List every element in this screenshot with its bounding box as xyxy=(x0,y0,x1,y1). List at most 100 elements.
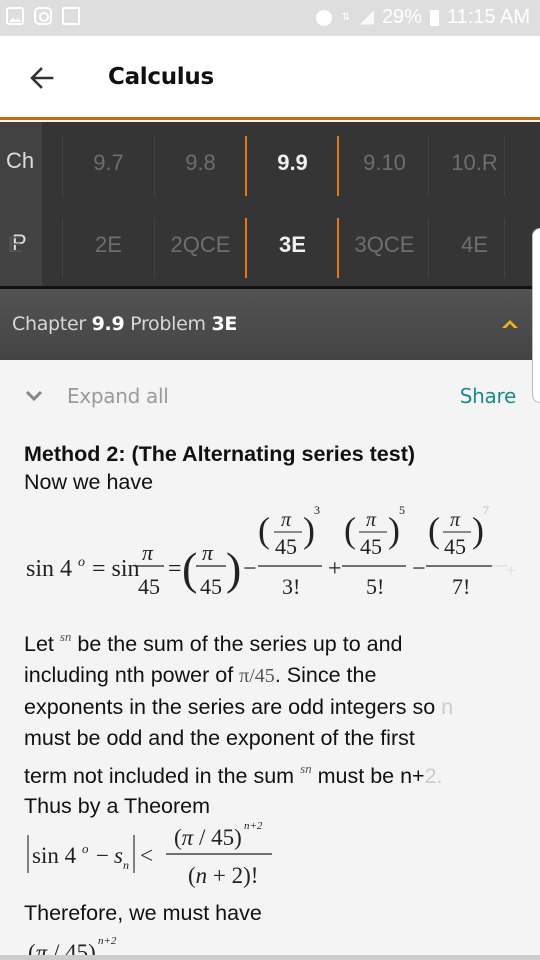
eq-45: 45 xyxy=(138,574,160,599)
problem-header-bar[interactable]: Chapter 9.9 Problem 3E xyxy=(0,289,540,360)
eq-sin4: sin 4 xyxy=(32,843,77,868)
line: exponents in the series are odd integers… xyxy=(24,692,524,723)
exponent-3: 3 xyxy=(314,503,320,517)
eq-sin4: sin 4 xyxy=(26,556,72,582)
paren: ( xyxy=(258,510,270,550)
problem-tab[interactable]: 2E xyxy=(63,204,154,286)
chapter-problem-selector: Ch P 9.7 9.8 9.9 9.10 10.R E 2E 2QCE 3E … xyxy=(0,122,540,288)
chapter-prefix: Chapter xyxy=(12,313,86,335)
gallery-icon xyxy=(6,7,24,25)
eq-plus: + xyxy=(328,556,342,582)
divider xyxy=(504,136,505,196)
problem-number: 3E xyxy=(211,313,238,335)
chevron-down-icon[interactable] xyxy=(26,391,42,401)
eq-exponent: n+2 xyxy=(244,820,263,832)
eq-minus: − xyxy=(412,556,426,582)
line: including nth power of π/45. Since the xyxy=(24,660,524,692)
eq-equals: = xyxy=(168,556,182,582)
share-button[interactable]: Share xyxy=(460,384,517,408)
page-title: Calculus xyxy=(108,64,214,90)
eq-denominator: (n + 2)! xyxy=(188,863,258,888)
text: must be n+ xyxy=(317,764,425,788)
pi-over-45: π/45 xyxy=(239,665,275,687)
text: including nth power of xyxy=(24,663,234,687)
eq-minus: − xyxy=(96,843,109,868)
scroll-handle[interactable] xyxy=(532,228,540,403)
expand-all-button[interactable]: Expand all xyxy=(67,384,169,408)
line: Let sn be the sum of the series up to an… xyxy=(24,621,524,660)
eq-numerator: (π / 45) xyxy=(174,825,242,850)
problem-tab-active[interactable]: 3E xyxy=(247,204,338,286)
chapter-tab[interactable]: 9.7 xyxy=(63,122,154,204)
chapter-tab[interactable]: 9.8 xyxy=(155,122,246,204)
exponent-5: 5 xyxy=(399,503,405,517)
chapter-number: 9.9 xyxy=(91,313,125,335)
eq-pi: π xyxy=(202,540,214,565)
eq-n-sub: n xyxy=(123,858,129,872)
data-arrows-icon: ⇅ xyxy=(341,12,351,23)
eq-45: 45 xyxy=(200,574,222,599)
eq-pi: π xyxy=(281,509,292,531)
eq-45: 45 xyxy=(444,534,466,559)
text-faded: n xyxy=(441,695,454,719)
instagram-icon xyxy=(34,7,52,25)
problem-tab[interactable]: 2QCE xyxy=(155,204,246,286)
chapter-label: Ch xyxy=(6,148,35,173)
battery-percent: 29% xyxy=(381,6,422,28)
text: exponents in the series are odd integers… xyxy=(24,695,436,719)
divider xyxy=(504,218,505,278)
therefore-text: Therefore, we must have xyxy=(24,901,262,925)
eq-lt: < xyxy=(140,843,153,868)
paren: ( xyxy=(182,543,197,594)
problem-tab-partial[interactable]: E xyxy=(5,204,25,286)
eq-pi: π xyxy=(450,509,461,531)
chapter-tab[interactable]: 9.10 xyxy=(339,122,430,204)
intro-text: Now we have xyxy=(24,470,154,494)
problem-tab[interactable]: 3QCE xyxy=(339,204,430,286)
paren: ) xyxy=(226,543,241,594)
eq-45: 45 xyxy=(275,534,297,559)
problem-tab[interactable]: 4E xyxy=(429,204,520,286)
exponent-7: 7 xyxy=(483,503,489,517)
arrow-left-icon[interactable] xyxy=(28,64,56,92)
eq-degree: o xyxy=(78,555,85,570)
problem-prefix: Problem xyxy=(130,313,206,335)
text: . Since the xyxy=(274,663,377,687)
text: be the sum of the series up to and xyxy=(77,632,403,656)
eq-pi: π xyxy=(366,509,377,531)
chapter-tab[interactable]: 10.R xyxy=(429,122,520,204)
paragraph-2: term not included in the sum sn must be … xyxy=(24,754,524,821)
sn-symbol: sn xyxy=(59,629,72,644)
clock: 11:15 AM xyxy=(446,6,530,28)
problem-heading: Chapter 9.9 Problem 3E xyxy=(12,313,237,335)
eq-degree: o xyxy=(82,841,89,856)
text: term not included in the sum xyxy=(24,764,295,788)
eq-s: s xyxy=(114,843,123,868)
series-equation: sin 4 o = sin π 45 = ( π 45 ) − ( π 45 )… xyxy=(26,503,516,599)
text: must be odd and the exponent of the firs… xyxy=(24,726,415,750)
status-bar: ⇅ 29% 11:15 AM xyxy=(0,0,540,36)
paren: ( xyxy=(344,510,356,550)
problem-row: E 2E 2QCE 3E 3QCE 4E xyxy=(8,204,540,286)
method-heading: Method 2: (The Alternating series test) xyxy=(24,442,416,466)
signal-icon xyxy=(359,10,374,25)
battery-icon xyxy=(429,9,439,26)
text: Let xyxy=(24,632,54,656)
bottom-fade xyxy=(0,955,540,960)
paragraph-1: Let sn be the sum of the series up to an… xyxy=(24,621,524,754)
line: term not included in the sum sn must be … xyxy=(24,754,524,791)
eq-pi: π xyxy=(142,540,154,565)
factorial-5: 5! xyxy=(366,574,384,599)
eq-plus-fade: + xyxy=(506,560,516,580)
eq-45: 45 xyxy=(360,534,382,559)
chapter-tab-active[interactable]: 9.9 xyxy=(247,122,338,204)
eq-minus: − xyxy=(243,556,257,582)
expand-bar: Expand all Share xyxy=(0,360,532,430)
maps-icon xyxy=(62,7,80,25)
paren: ( xyxy=(428,510,440,550)
eq-equals: = sin xyxy=(92,556,140,582)
error-bound-equation: sin 4 o − s n < (π / 45) n+2 (n + 2)! xyxy=(27,820,272,888)
chevron-up-icon[interactable] xyxy=(502,320,518,328)
sn-symbol: sn xyxy=(300,761,312,776)
text-faded: 2. xyxy=(424,764,443,788)
